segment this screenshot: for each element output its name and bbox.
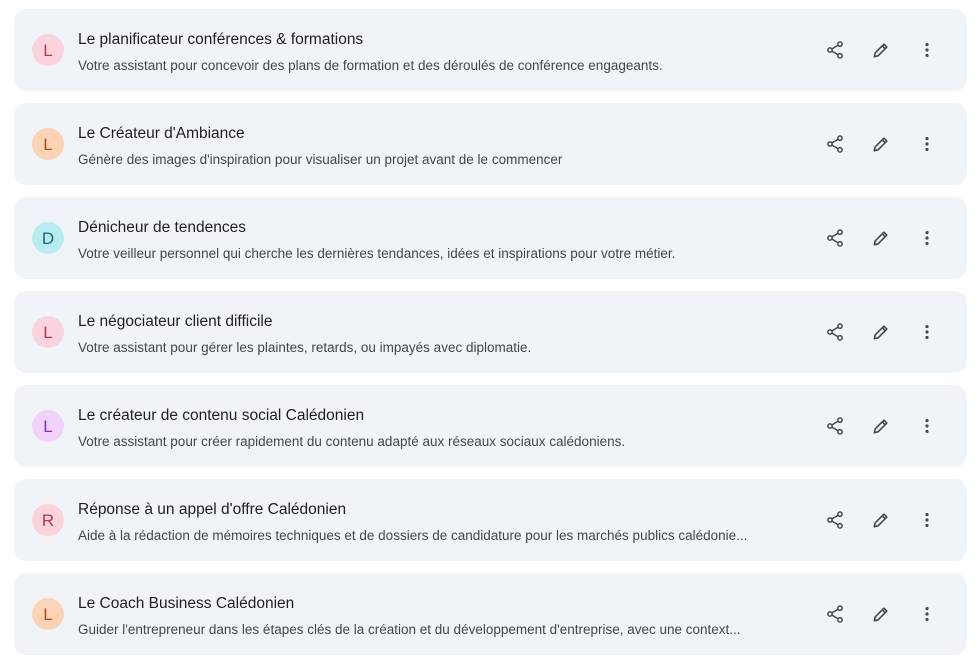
avatar: L (32, 598, 64, 630)
pencil-icon (871, 134, 891, 154)
gem-title: Le négociateur client difficile (78, 313, 273, 330)
more-options-button[interactable] (911, 504, 943, 536)
gem-card-6[interactable]: L Le Coach Business Calédonien Guider l'… (14, 573, 967, 655)
gem-actions (817, 385, 967, 467)
share-icon (825, 134, 845, 154)
pencil-icon (871, 510, 891, 530)
gem-description: Aide à la rédaction de mémoires techniqu… (78, 528, 748, 543)
more-options-button[interactable] (911, 598, 943, 630)
gem-card-4[interactable]: L Le créateur de contenu social Calédoni… (14, 385, 967, 467)
gem-card-5[interactable]: R Réponse à un appel d'offre Calédonien … (14, 479, 967, 561)
more-vert-icon (917, 228, 937, 248)
avatar: L (32, 128, 64, 160)
gem-description: Génère des images d'inspiration pour vis… (78, 152, 563, 167)
gem-title: Le créateur de contenu social Calédonien (78, 407, 365, 424)
more-vert-icon (917, 134, 937, 154)
gem-description: Votre assistant pour concevoir des plans… (78, 58, 663, 73)
gem-card-1[interactable]: L Le Créateur d'Ambiance Génère des imag… (14, 103, 967, 185)
share-button[interactable] (819, 34, 851, 66)
edit-button[interactable] (865, 316, 897, 348)
gem-title: Dénicheur de tendences (78, 219, 247, 236)
avatar: L (32, 316, 64, 348)
more-options-button[interactable] (911, 34, 943, 66)
pencil-icon (871, 416, 891, 436)
share-icon (825, 228, 845, 248)
share-button[interactable] (819, 128, 851, 160)
share-button[interactable] (819, 410, 851, 442)
more-vert-icon (917, 40, 937, 60)
more-vert-icon (917, 322, 937, 342)
edit-button[interactable] (865, 222, 897, 254)
more-options-button[interactable] (911, 222, 943, 254)
gem-description: Votre assistant pour gérer les plaintes,… (78, 340, 532, 355)
more-vert-icon (917, 510, 937, 530)
pencil-icon (871, 40, 891, 60)
share-icon (825, 322, 845, 342)
more-vert-icon (917, 416, 937, 436)
more-options-button[interactable] (911, 128, 943, 160)
share-icon (825, 40, 845, 60)
gem-list: L Le planificateur conférences & formati… (0, 0, 980, 671)
gem-actions (817, 197, 967, 279)
pencil-icon (871, 228, 891, 248)
gem-card-0[interactable]: L Le planificateur conférences & formati… (14, 9, 967, 91)
avatar: R (32, 504, 64, 536)
share-button[interactable] (819, 316, 851, 348)
share-icon (825, 416, 845, 436)
gem-actions (817, 573, 967, 655)
edit-button[interactable] (865, 598, 897, 630)
gem-actions (817, 291, 967, 373)
edit-button[interactable] (865, 504, 897, 536)
edit-button[interactable] (865, 128, 897, 160)
avatar: D (32, 222, 64, 254)
share-button[interactable] (819, 598, 851, 630)
more-options-button[interactable] (911, 410, 943, 442)
gem-description: Votre assistant pour créer rapidement du… (78, 434, 626, 449)
gem-card-3[interactable]: L Le négociateur client difficile Votre … (14, 291, 967, 373)
gem-title: Le planificateur conférences & formation… (78, 31, 364, 48)
pencil-icon (871, 604, 891, 624)
gem-actions (817, 9, 967, 91)
share-button[interactable] (819, 222, 851, 254)
share-button[interactable] (819, 504, 851, 536)
pencil-icon (871, 322, 891, 342)
edit-button[interactable] (865, 410, 897, 442)
gem-title: Réponse à un appel d'offre Calédonien (78, 501, 347, 518)
gem-actions (817, 479, 967, 561)
share-icon (825, 604, 845, 624)
gem-title: Le Coach Business Calédonien (78, 595, 295, 612)
gem-card-2[interactable]: D Dénicheur de tendences Votre veilleur … (14, 197, 967, 279)
more-options-button[interactable] (911, 316, 943, 348)
gem-description: Guider l'entrepreneur dans les étapes cl… (78, 622, 741, 637)
gem-title: Le Créateur d'Ambiance (78, 125, 245, 142)
share-icon (825, 510, 845, 530)
edit-button[interactable] (865, 34, 897, 66)
more-vert-icon (917, 604, 937, 624)
gem-actions (817, 103, 967, 185)
avatar: L (32, 410, 64, 442)
avatar: L (32, 34, 64, 66)
gem-description: Votre veilleur personnel qui cherche les… (78, 246, 676, 261)
